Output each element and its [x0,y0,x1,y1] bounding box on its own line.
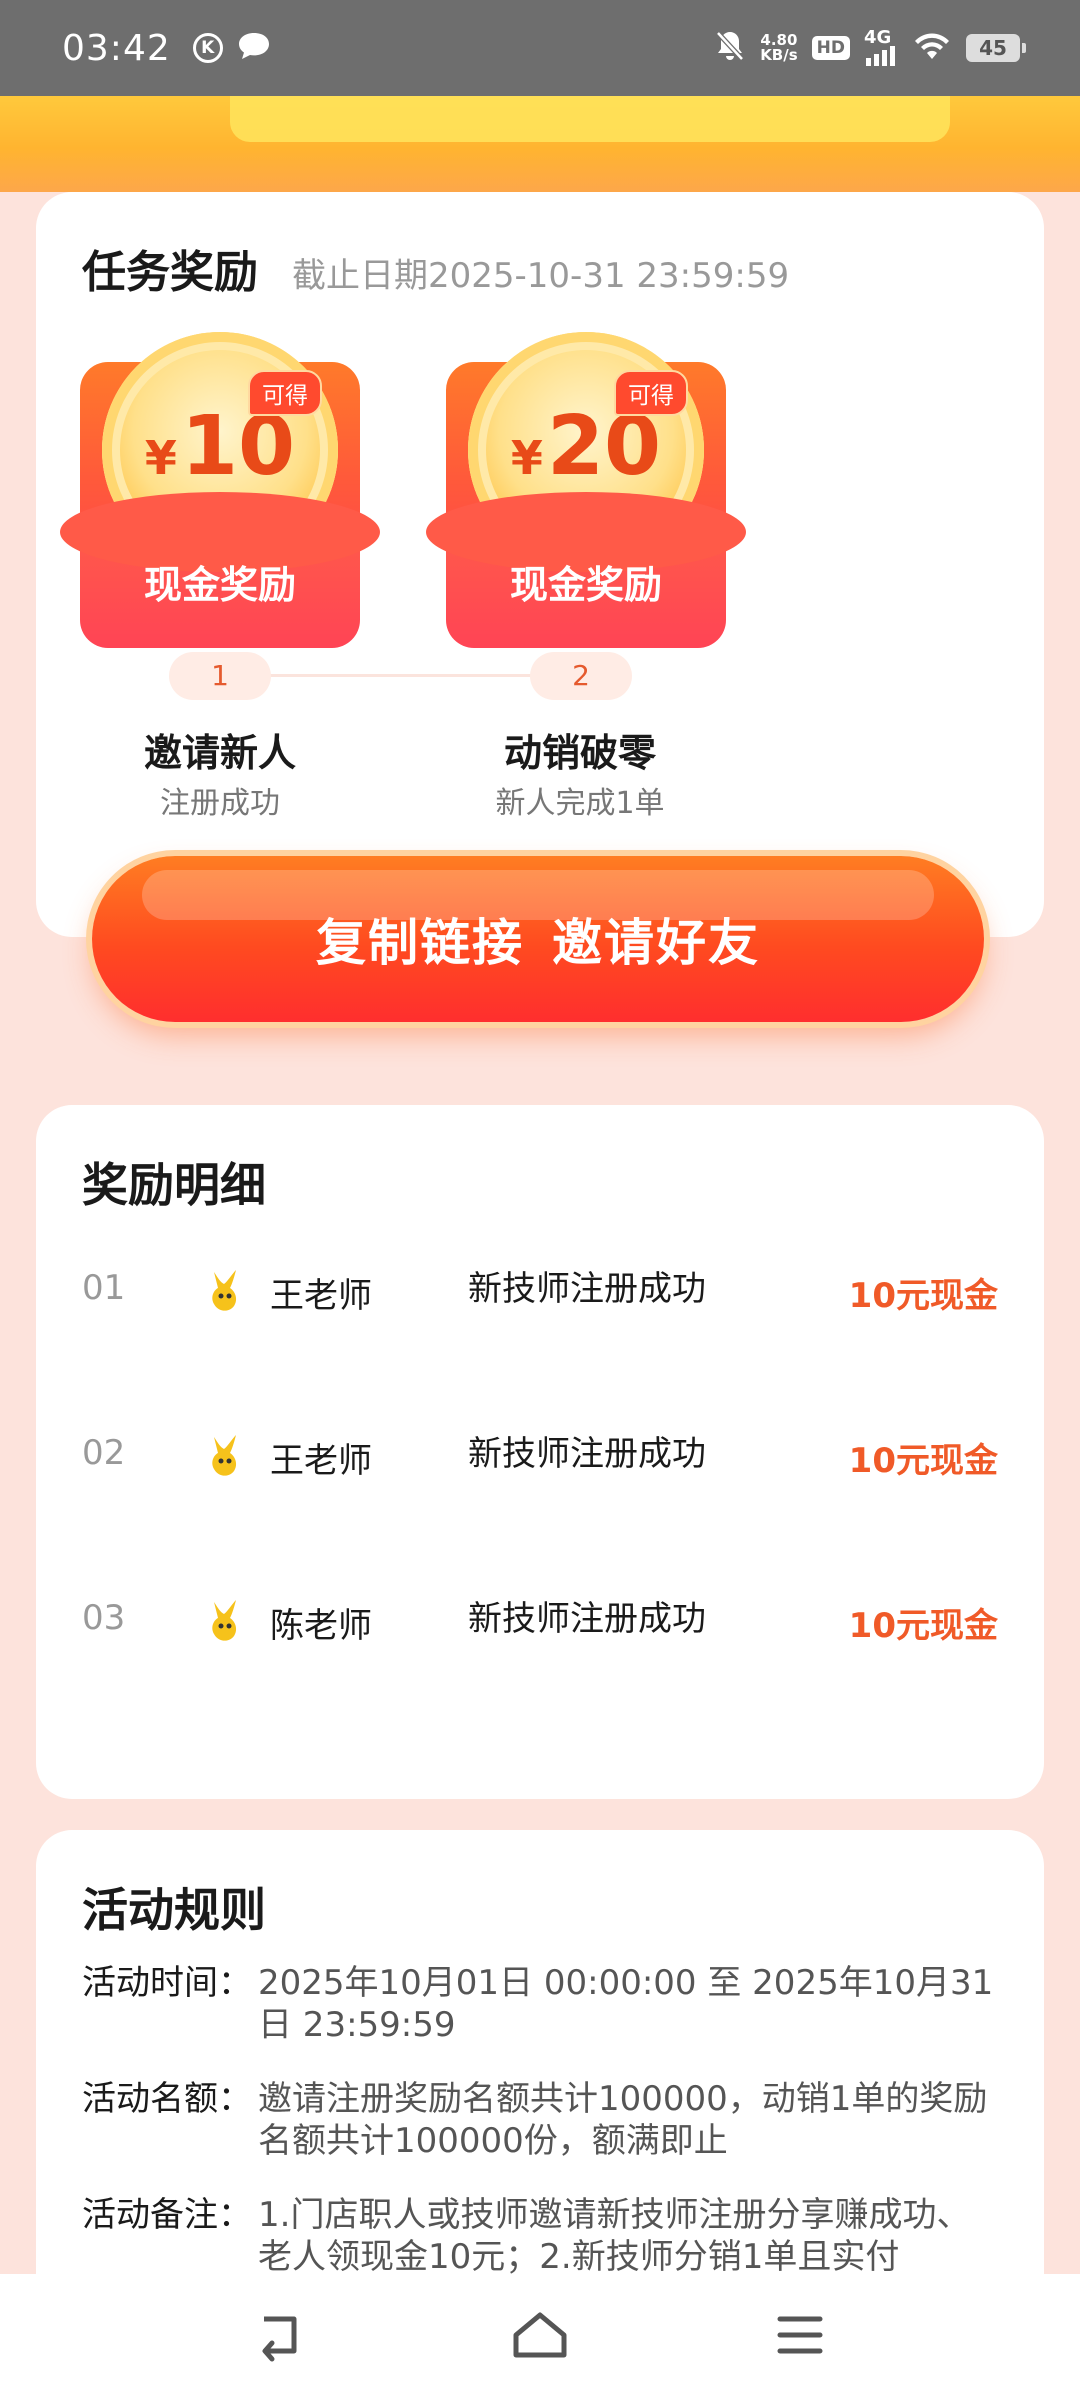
cta-label-copy: 复制链接 [316,914,524,972]
back-icon[interactable] [250,2305,310,2369]
step-number-1: 1 [169,652,271,700]
top-banner [0,96,1080,192]
task-title: 任务奖励 [82,247,258,298]
chat-icon [237,31,271,65]
reward-label: 现金奖励 [509,563,662,607]
row-amount: 10元现金 [848,1606,998,1646]
copy-link-invite-button[interactable]: 复制链接 邀请好友 [92,856,984,1022]
reward-label: 现金奖励 [143,563,296,607]
rule-value: 邀请注册奖励名额共计100000，动销1单的奖励名额共计100000份，额满即止 [258,2079,988,2161]
step-subtitle-2: 新人完成1单 [495,786,665,821]
rules-title: 活动规则 [82,1883,266,1937]
table-row: 03 陈老师 新技师注册成功 10元现金 [36,1598,1044,1698]
avatar-icon [204,1431,244,1479]
step-title-1: 邀请新人 [143,731,296,775]
currency-symbol: ¥ [144,431,177,485]
rule-value: 1.门店职人或技师邀请新技师注册分享赚成功、老人领现金10元；2.新技师分销1单… [258,2195,971,2277]
rule-key: 活动备注： [82,2195,252,2235]
reward-card-2: ¥20 可得 现金奖励 [426,332,746,648]
home-icon[interactable] [510,2305,570,2369]
network-type: 4G [864,27,892,48]
signal-icon: 4G [864,27,898,66]
row-desc: 新技师注册成功 [468,1269,706,1309]
available-badge: 可得 [248,370,322,416]
cta-label-invite: 邀请好友 [552,914,760,972]
k-icon: K [192,33,223,63]
step-subtitle-1: 注册成功 [160,786,280,821]
row-desc: 新技师注册成功 [468,1434,706,1474]
details-title: 奖励明细 [82,1158,266,1212]
task-deadline: 截止日期2025-10-31 23:59:59 [292,256,790,296]
reward-amount: ¥20 [446,402,726,503]
wifi-icon [912,31,952,65]
system-nav-bar [0,2274,1080,2400]
hd-badge: HD [811,36,850,60]
step-number-2: 2 [530,652,632,700]
menu-icon[interactable] [770,2305,830,2369]
battery-icon: 45 [966,34,1026,62]
row-amount: 10元现金 [848,1276,998,1316]
row-name: 王老师 [270,1276,372,1316]
task-reward-card: 任务奖励 截止日期2025-10-31 23:59:59 ¥10 可得 现金奖励… [36,192,1044,937]
row-index: 02 [82,1433,126,1473]
step-title-2: 动销破零 [503,731,656,775]
avatar-icon [204,1596,244,1644]
row-desc: 新技师注册成功 [468,1599,706,1639]
row-amount: 10元现金 [848,1441,998,1481]
rule-key: 活动名额： [82,2079,252,2119]
rule-value: 2025年10月01日 00:00:00 至 2025年10月31日 23:59… [258,1963,994,2045]
net-speed-unit: KB/s [760,46,798,64]
row-name: 陈老师 [270,1606,372,1646]
status-time: 03:42 [62,27,171,69]
available-badge: 可得 [614,370,688,416]
banner-strip [230,96,950,142]
reward-details-card: 奖励明细 01 王老师 新技师注册成功 10元现金 02 王老师 新技师注册成功… [36,1105,1044,1799]
row-index: 03 [82,1598,126,1638]
row-index: 01 [82,1268,126,1308]
status-bar: 03:42 K 4.80 KB/s HD 4G 45 [0,0,1080,96]
table-row: 01 王老师 新技师注册成功 10元现金 [36,1268,1044,1368]
avatar-icon [204,1266,244,1314]
row-name: 王老师 [270,1441,372,1481]
mute-bell-icon [714,29,746,67]
reward-card-1: ¥10 可得 现金奖励 [60,332,380,648]
net-speed: 4.80 KB/s [760,33,797,63]
rule-key: 活动时间： [82,1963,252,2003]
currency-symbol: ¥ [510,431,543,485]
table-row: 02 王老师 新技师注册成功 10元现金 [36,1433,1044,1533]
reward-amount: ¥10 [80,402,360,503]
